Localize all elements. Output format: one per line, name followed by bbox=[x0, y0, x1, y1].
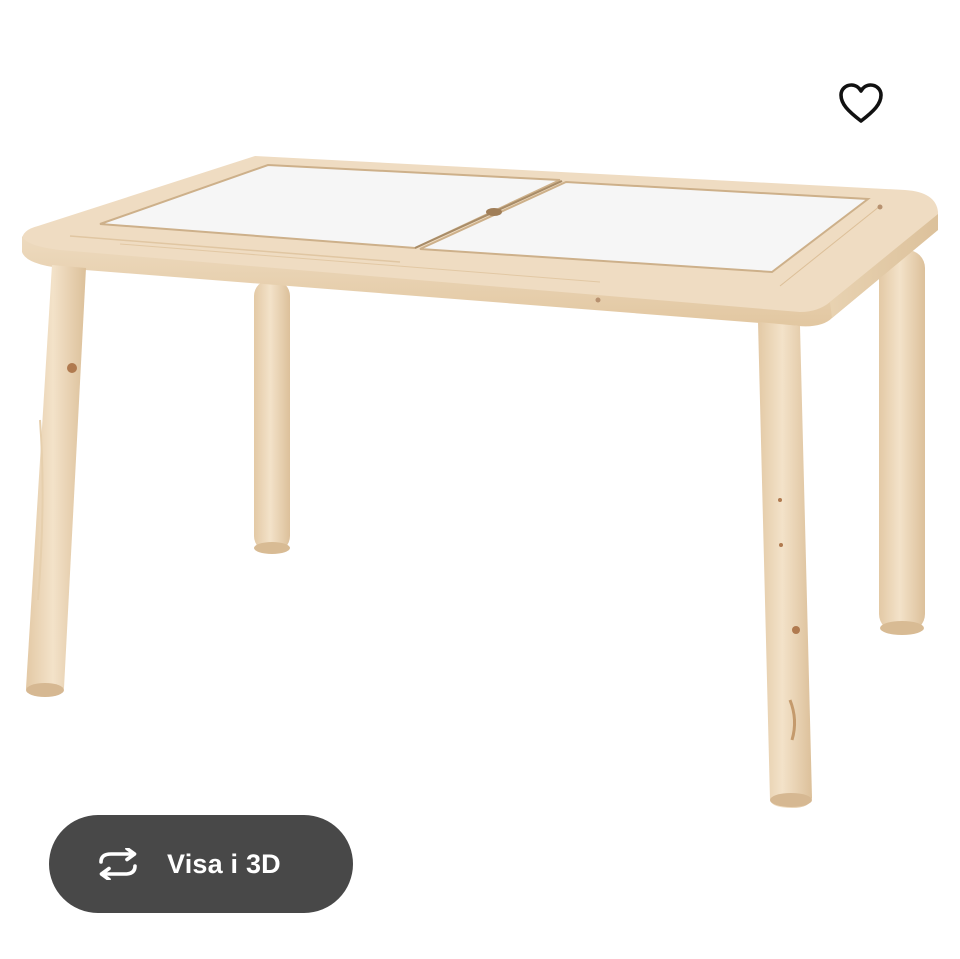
heart-icon bbox=[839, 83, 883, 123]
favorite-button[interactable] bbox=[832, 74, 890, 132]
rotate-3d-icon bbox=[93, 847, 143, 881]
product-image-viewer: Visa i 3D bbox=[0, 0, 960, 959]
table-top bbox=[22, 156, 938, 327]
table-front-legs bbox=[26, 265, 812, 808]
view-in-3d-button[interactable]: Visa i 3D bbox=[49, 815, 353, 913]
view-in-3d-label: Visa i 3D bbox=[167, 848, 281, 879]
